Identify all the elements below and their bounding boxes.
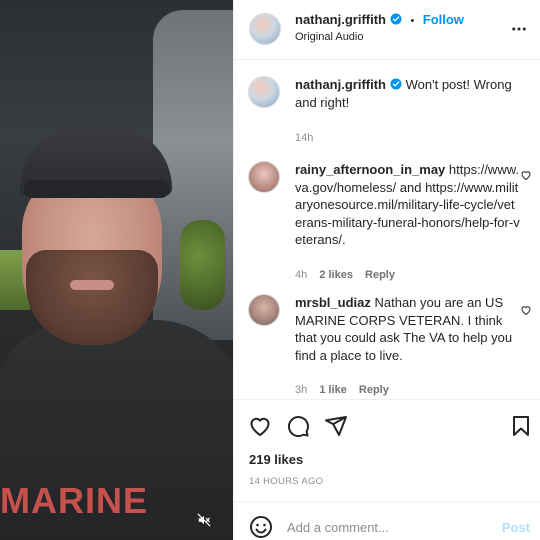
avatar[interactable] [248,294,280,326]
comment-composer: Add a comment... Post [234,501,540,540]
post-timestamp[interactable]: 14 HOURS AGO [249,476,323,487]
avatar[interactable] [248,76,280,108]
caption-time[interactable]: 14h [295,130,520,148]
reply-button[interactable]: Reply [365,269,395,281]
comment-likes[interactable]: 1 like [319,384,347,396]
speaker-muted-icon [197,513,211,527]
comment-time[interactable]: 4h [295,269,307,281]
shirt-text: MARINE [0,480,148,521]
emoji-icon[interactable] [249,515,273,539]
background-trees [180,220,225,310]
comments-list: nathanj.griffith Won't post! Wrong and r… [234,61,540,399]
author-username[interactable]: nathanj.griffith [295,12,386,27]
verified-badge-icon [390,78,402,90]
comment-like-icon[interactable] [520,169,532,181]
comment-author[interactable]: rainy_afternoon_in_may [295,162,445,177]
reply-button[interactable]: Reply [359,384,389,396]
follow-button[interactable]: Follow [423,12,464,27]
mouth [70,280,114,290]
cap-brim [24,180,169,198]
bookmark-icon[interactable] [509,414,533,438]
comment-item: rainy_afternoon_in_may https://www.va.go… [248,161,538,281]
post-header: nathanj.griffith • Follow Original Audio [234,0,540,60]
comment-icon[interactable] [286,414,310,438]
send-icon[interactable] [324,414,348,438]
comment-author[interactable]: mrsbl_udiaz [295,295,371,310]
mute-button[interactable] [191,507,217,533]
caption: nathanj.griffith Won't post! Wrong and r… [248,76,538,146]
comment-input[interactable]: Add a comment... [287,520,389,535]
avatar[interactable] [249,13,281,45]
avatar[interactable] [248,161,280,193]
post-button[interactable]: Post [502,520,530,535]
post-video[interactable]: MARINE [0,0,233,540]
audio-label[interactable]: Original Audio [295,31,364,43]
post-actions: 219 likes 14 HOURS AGO [234,399,540,501]
verified-badge-icon [390,13,402,25]
comment-likes[interactable]: 2 likes [319,269,353,281]
likes-count[interactable]: 219 likes [249,452,303,467]
comment-time[interactable]: 3h [295,384,307,396]
comment-item: mrsbl_udiaz Nathan you are an US MARINE … [248,294,538,396]
comment-like-icon[interactable] [520,304,532,316]
separator-dot: • [410,15,415,27]
heart-icon[interactable] [248,414,272,438]
more-horizontal-icon[interactable] [510,20,528,38]
caption-author[interactable]: nathanj.griffith [295,77,386,92]
post-panel: nathanj.griffith • Follow Original Audio… [233,0,540,540]
